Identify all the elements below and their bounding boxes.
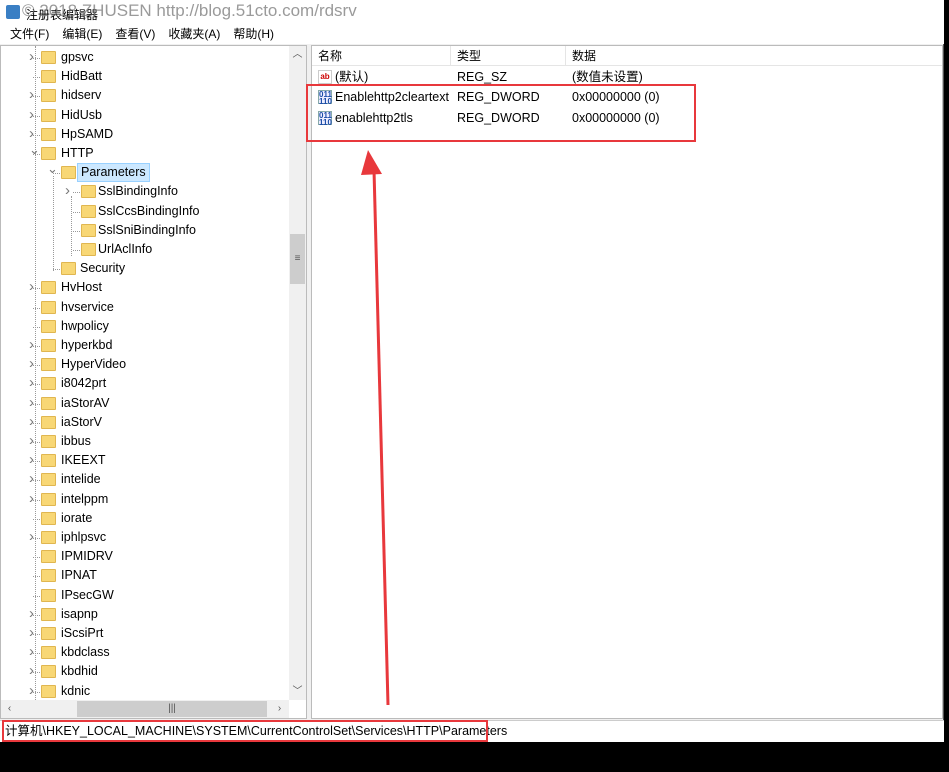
annotation-arrow	[361, 150, 390, 706]
